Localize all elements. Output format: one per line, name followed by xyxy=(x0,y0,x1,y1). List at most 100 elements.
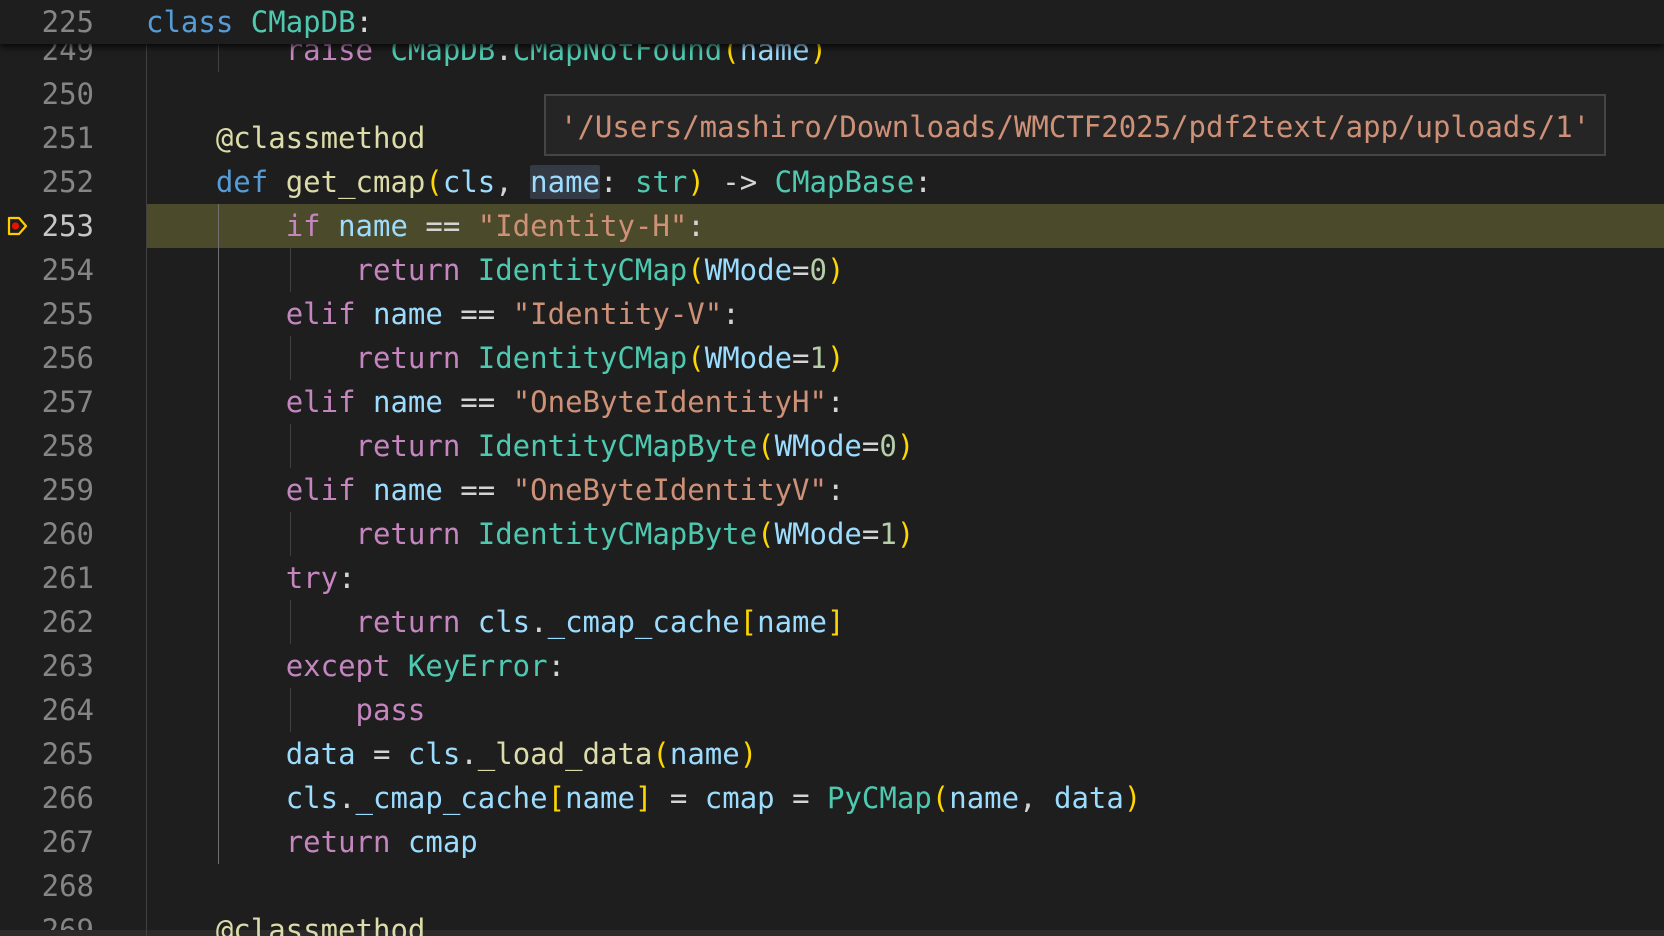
code-line[interactable]: 267 return cmap xyxy=(0,820,1664,864)
code-token: 0 xyxy=(879,429,897,463)
code-token: _cmap_cache xyxy=(355,781,548,815)
code-token: = xyxy=(652,781,705,815)
code-line[interactable]: 257 elif name == "OneByteIdentityH": xyxy=(0,380,1664,424)
code-text: except KeyError: xyxy=(146,644,565,688)
code-token: 1 xyxy=(809,341,827,375)
line-number: 262 xyxy=(41,605,94,639)
code-token: ) xyxy=(826,253,845,287)
line-number: 267 xyxy=(41,825,94,859)
code-line[interactable]: 254 return IdentityCMap(WMode=0) xyxy=(0,248,1664,292)
code-editor[interactable]: 249 raise CMapDB.CMapNotFound(name) 250 25… xyxy=(0,0,1664,936)
code-token: == xyxy=(442,473,513,507)
code-token: ) xyxy=(826,341,845,375)
code-token: except xyxy=(285,649,391,683)
code-token: _load_data xyxy=(477,737,653,771)
code-text: @classmethod xyxy=(146,116,426,160)
code-token: return xyxy=(355,341,461,375)
code-text: data = cls._load_data(name) xyxy=(146,732,757,776)
code-line[interactable]: 256 return IdentityCMap(WMode=1) xyxy=(0,336,1664,380)
code-token: cmap xyxy=(704,781,775,815)
code-token: : xyxy=(826,473,845,507)
code-token: -> xyxy=(704,165,775,199)
code-line[interactable]: 264 pass xyxy=(0,688,1664,732)
indent-guide xyxy=(290,336,291,380)
code-token: WMode xyxy=(704,341,793,375)
code-token: ( xyxy=(652,737,670,771)
indent-guide xyxy=(290,248,291,292)
code-token: cls xyxy=(442,165,496,199)
code-text: pass xyxy=(146,688,426,732)
code-line[interactable]: 255 elif name == "Identity-V": xyxy=(0,292,1664,336)
code-token: cls xyxy=(477,605,531,639)
line-number: 266 xyxy=(41,781,94,815)
indent-guide xyxy=(290,688,291,732)
code-token: . xyxy=(530,605,548,639)
code-token: pass xyxy=(355,693,426,727)
code-token: 0 xyxy=(809,253,827,287)
code-token: name xyxy=(565,781,635,815)
code-token: return xyxy=(355,253,461,287)
code-token: ] xyxy=(634,781,653,815)
code-token: ) xyxy=(1123,781,1142,815)
code-token: : xyxy=(687,209,705,243)
code-token: WMode xyxy=(774,429,862,463)
code-token: elif xyxy=(285,473,356,507)
indent-guide xyxy=(290,512,291,556)
code-text: if name == "Identity-H": xyxy=(146,204,705,248)
code-token: return xyxy=(355,605,461,639)
variable-hover-tooltip: '/Users/mashiro/Downloads/WMCTF2025/pdf2… xyxy=(544,94,1607,156)
code-line[interactable]: 258 return IdentityCMapByte(WMode=0) xyxy=(0,424,1664,468)
line-number: 265 xyxy=(41,737,94,771)
code-line[interactable]: 252 def get_cmap(cls, name: str) -> CMap… xyxy=(0,160,1664,204)
code-line[interactable]: 253 if name == "Identity-H": xyxy=(0,204,1664,248)
code-line[interactable]: 265 data = cls._load_data(name) xyxy=(0,732,1664,776)
code-token: return xyxy=(355,429,461,463)
code-text: return IdentityCMap(WMode=1) xyxy=(146,336,845,380)
code-token: elif xyxy=(285,385,356,419)
code-token: name xyxy=(373,473,443,507)
indent-guide xyxy=(290,424,291,468)
code-line[interactable]: 260 return IdentityCMapByte(WMode=1) xyxy=(0,512,1664,556)
line-number: 253 xyxy=(41,209,94,243)
code-line[interactable]: 268 xyxy=(0,864,1664,908)
code-token: [ xyxy=(547,781,566,815)
code-token: ( xyxy=(687,341,705,375)
code-token: str xyxy=(634,165,688,199)
line-number: 258 xyxy=(41,429,94,463)
code-token: "Identity-H" xyxy=(477,209,688,243)
code-token: = xyxy=(792,253,810,287)
code-token: name xyxy=(373,385,443,419)
code-text: return cmap xyxy=(146,820,478,864)
code-text: def get_cmap(cls, name: str) -> CMapBase… xyxy=(146,160,932,204)
code-line[interactable]: 261 try: xyxy=(0,556,1664,600)
code-token: "Identity-V" xyxy=(512,297,723,331)
code-token: @classmethod xyxy=(215,121,426,155)
code-line[interactable]: 266 cls._cmap_cache[name] = cmap = PyCMa… xyxy=(0,776,1664,820)
line-number: 260 xyxy=(41,517,94,551)
code-line[interactable]: 262 return cls._cmap_cache[name] xyxy=(0,600,1664,644)
code-token: ( xyxy=(931,781,950,815)
code-token: name xyxy=(949,781,1020,815)
code-token: : xyxy=(914,165,932,199)
code-token: IdentityCMap xyxy=(477,253,688,287)
code-line[interactable]: 259 elif name == "OneByteIdentityV": xyxy=(0,468,1664,512)
code-token: def xyxy=(215,165,269,199)
code-token: 1 xyxy=(879,517,897,551)
sticky-scroll-header[interactable]: 225 class CMapDB: xyxy=(0,0,1664,44)
sticky-class-declaration[interactable]: class CMapDB: xyxy=(146,0,373,44)
line-number: 254 xyxy=(41,253,94,287)
code-text: @classmethod xyxy=(146,908,426,936)
code-token: IdentityCMapByte xyxy=(477,517,758,551)
code-token: name xyxy=(338,209,408,243)
code-token: = xyxy=(861,429,880,463)
code-line[interactable]: 263 except KeyError: xyxy=(0,644,1664,688)
code-token: IdentityCMapByte xyxy=(477,429,758,463)
code-token: : xyxy=(722,297,740,331)
